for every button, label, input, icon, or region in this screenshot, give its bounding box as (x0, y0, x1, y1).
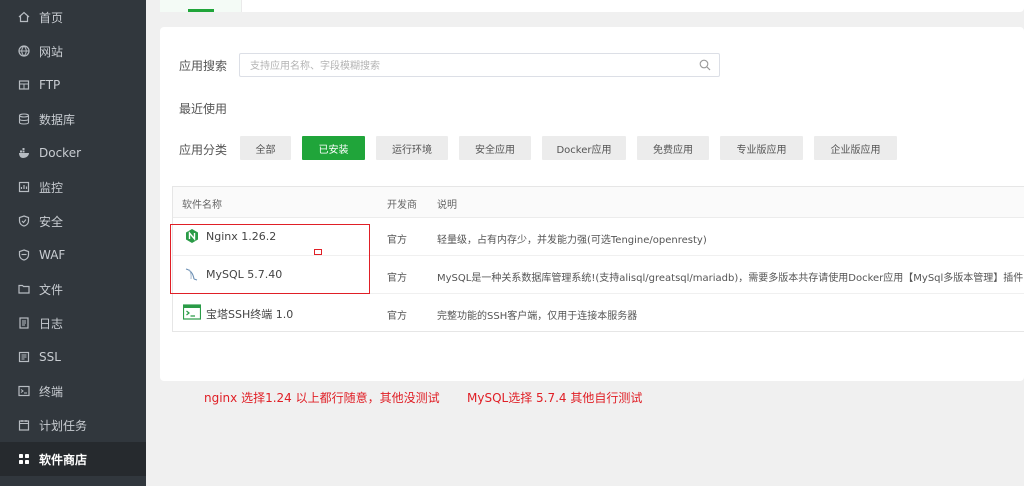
search-label: 应用搜索 (179, 59, 228, 73)
annotation-note-mysql: MySQL选择 5.7.4 其他自行测试 (467, 391, 643, 405)
category-label: 应用分类 (179, 143, 228, 157)
annotation-note-nginx: nginx 选择1.24 以上都行随意，其他没测试 (204, 391, 440, 405)
software-description: 完整功能的SSH客户端，仅用于连接本服务器 (437, 311, 638, 322)
software-description: MySQL是一种关系数据库管理系统!(支持alisql/greatsql/mar… (437, 273, 1024, 284)
sidebar-item-logs[interactable]: 日志 (0, 306, 146, 340)
database-icon (18, 113, 30, 125)
sidebar-item-label: 文件 (39, 282, 64, 297)
table-row[interactable]: 宝塔SSH终端 1.0 官方 完整功能的SSH客户端，仅用于连接本服务器 (173, 294, 1024, 332)
header-vendor: 开发商 (387, 200, 417, 211)
sidebar-item-database[interactable]: 数据库 (0, 102, 146, 136)
home-icon (18, 11, 30, 23)
sidebar-item-ftp[interactable]: FTP (0, 68, 146, 102)
monitor-icon (18, 181, 30, 193)
calendar-icon (18, 420, 30, 431)
sidebar-item-app-store[interactable]: 软件商店 (0, 442, 146, 476)
category-pro-button[interactable]: 专业版应用 (720, 136, 803, 160)
docker-icon (19, 148, 29, 158)
sidebar-item-label: WAF (39, 248, 66, 262)
sidebar-item-label: 监控 (39, 180, 64, 195)
header-description: 说明 (437, 200, 457, 211)
log-icon (19, 317, 29, 329)
sidebar-item-files[interactable]: 文件 (0, 272, 146, 306)
apps-grid-icon (19, 454, 29, 464)
sidebar-item-label: 日志 (39, 316, 64, 331)
category-docker-button[interactable]: Docker应用 (542, 136, 626, 160)
software-vendor: 官方 (387, 235, 407, 246)
software-name: 宝塔SSH终端 1.0 (206, 308, 294, 321)
top-tab-panel (160, 0, 1024, 12)
category-security-button[interactable]: 安全应用 (459, 136, 531, 160)
sidebar-item-ssl[interactable]: SSL (0, 340, 146, 374)
sidebar-item-docker[interactable]: Docker (0, 136, 146, 170)
header-software-name: 软件名称 (182, 200, 222, 211)
sidebar-item-monitor[interactable]: 监控 (0, 170, 146, 204)
waf-shield-icon (18, 249, 30, 261)
globe-icon (18, 45, 30, 57)
sidebar-item-label: 网站 (39, 44, 64, 59)
ssl-icon (18, 351, 30, 363)
search-field[interactable] (239, 53, 720, 78)
folder-icon (18, 284, 30, 294)
sidebar-item-waf[interactable]: WAF (0, 238, 146, 272)
category-enterprise-button[interactable]: 企业版应用 (814, 136, 897, 160)
table-header: 软件名称 开发商 说明 (173, 187, 1024, 218)
sidebar-item-label: 首页 (39, 10, 64, 25)
sidebar-item-label: Docker (39, 146, 82, 160)
software-vendor: 官方 (387, 311, 407, 322)
category-all-button[interactable]: 全部 (240, 136, 291, 160)
category-runtime-button[interactable]: 运行环境 (376, 136, 448, 160)
ftp-icon (18, 80, 30, 90)
software-description: 轻量级，占有内存少，并发能力强(可选Tengine/openresty) (437, 235, 707, 246)
sidebar-item-label: 计划任务 (39, 418, 88, 433)
software-vendor: 官方 (387, 273, 407, 284)
sidebar-item-label: FTP (39, 78, 61, 92)
annotation-small-marker (314, 249, 322, 255)
recent-label: 最近使用 (179, 102, 228, 116)
category-free-button[interactable]: 免费应用 (637, 136, 709, 160)
sidebar-item-cron[interactable]: 计划任务 (0, 408, 146, 442)
shield-icon (18, 215, 30, 227)
terminal-icon (18, 385, 30, 397)
sidebar-item-terminal[interactable]: 终端 (0, 374, 146, 408)
ssh-terminal-icon (183, 304, 201, 320)
sidebar-item-home[interactable]: 首页 (0, 0, 146, 34)
sidebar-item-label: 终端 (39, 384, 64, 399)
sidebar-item-label: SSL (39, 350, 61, 364)
sidebar-item-security[interactable]: 安全 (0, 204, 146, 238)
sidebar-item-label: 软件商店 (39, 452, 88, 467)
annotation-highlight-box (170, 224, 370, 294)
category-installed-button[interactable]: 已安装 (302, 136, 365, 160)
sidebar-item-label: 数据库 (39, 112, 76, 127)
search-icon[interactable] (699, 59, 711, 71)
active-tab-indicator (188, 9, 214, 12)
sidebar-item-website[interactable]: 网站 (0, 34, 146, 68)
sidebar: 首页 网站 FTP 数据库 Docker 监控 安全 WAF 文件 日志 SSL (0, 0, 146, 486)
search-input[interactable] (250, 55, 690, 78)
sidebar-item-label: 安全 (39, 214, 64, 229)
